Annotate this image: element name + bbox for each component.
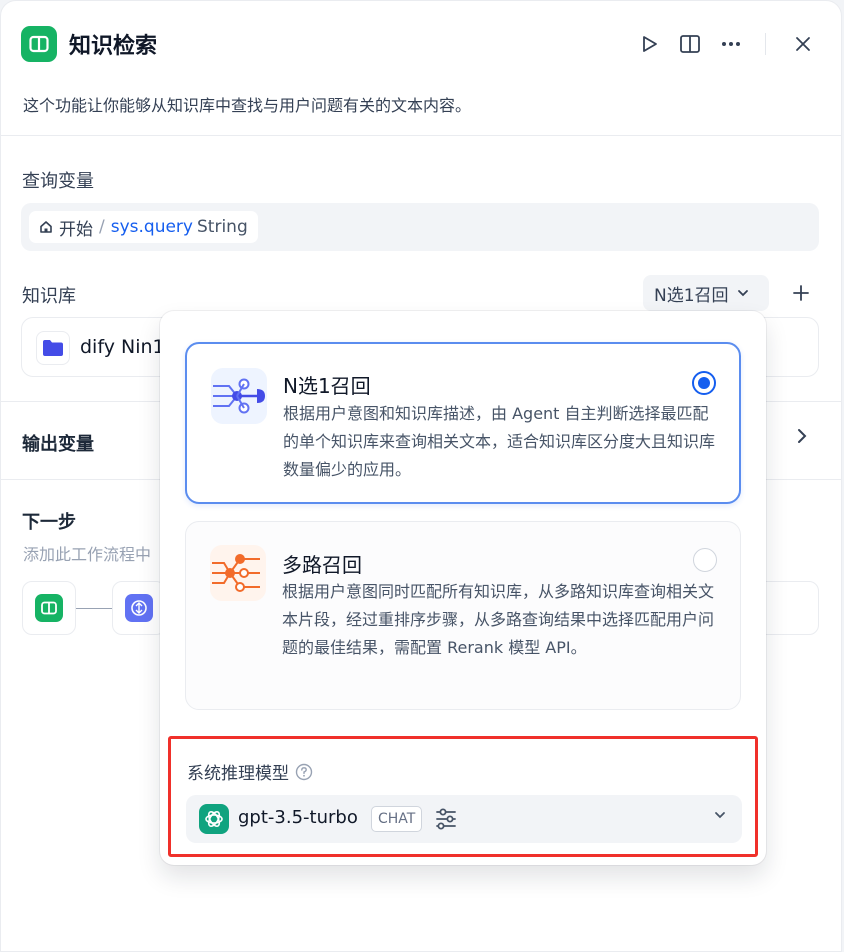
option-title: 多路召回 <box>282 553 362 577</box>
retrieval-mode-popup: N选1召回 根据用户意图和知识库描述，由 Agent 自主判断选择最匹配的单个知… <box>160 311 766 865</box>
close-icon <box>796 37 810 51</box>
n-to-1-icon <box>211 368 267 424</box>
model-select[interactable]: gpt-3.5-turbo CHAT <box>186 795 742 843</box>
panel-description: 这个功能让你能够从知识库中查找与用户问题有关的文本内容。 <box>23 96 472 115</box>
book-icon <box>35 594 63 622</box>
query-variable-field[interactable]: 开始 / sys.query String <box>21 203 819 251</box>
option-title: N选1召回 <box>283 374 371 398</box>
reasoning-model-label: 系统推理模型 <box>187 759 313 784</box>
add-knowledge-button[interactable] <box>787 279 815 307</box>
next-step-label: 下一步 <box>22 512 76 533</box>
play-icon <box>643 36 657 52</box>
variable-type: String <box>197 217 248 237</box>
chevron-right-icon <box>798 429 807 443</box>
model-type-badge: CHAT <box>371 806 423 832</box>
knowledge-label: 知识库 <box>22 286 76 307</box>
more-button[interactable] <box>713 26 749 62</box>
chevron-down-icon <box>737 290 748 297</box>
retrieval-mode-select[interactable]: N选1召回 <box>643 275 769 311</box>
output-variable-label: 输出变量 <box>22 434 94 455</box>
help-icon[interactable] <box>295 763 313 781</box>
open-book-icon <box>680 35 700 53</box>
close-button[interactable] <box>785 26 821 62</box>
variable-name: sys.query <box>110 217 193 237</box>
query-variable-label: 查询变量 <box>22 171 94 192</box>
expand-output-button[interactable] <box>797 428 807 448</box>
section-divider <box>1 135 841 136</box>
header-actions <box>626 26 821 62</box>
start-node-label: 开始 <box>59 219 93 240</box>
chevron-down-icon <box>715 812 725 819</box>
run-button[interactable] <box>631 26 667 62</box>
home-icon <box>40 221 52 233</box>
option-description: 根据用户意图同时匹配所有知识库，从多路知识库查询相关文本片段，经过重排序步骤，从… <box>282 582 715 657</box>
chip-separator: / <box>99 217 105 237</box>
reasoning-model-label-text: 系统推理模型 <box>187 764 289 784</box>
option-radio-unselected[interactable] <box>693 548 717 572</box>
current-node <box>22 581 76 635</box>
option-description: 根据用户意图和知识库描述，由 Agent 自主判断选择最匹配的单个知识库来查询相… <box>283 404 716 479</box>
reasoning-model-section: 系统推理模型 gpt-3.5-turbo CHAT <box>168 736 758 857</box>
retrieval-mode-value: N选1召回 <box>654 285 729 306</box>
option-n-to-1[interactable]: N选1召回 根据用户意图和知识库描述，由 Agent 自主判断选择最匹配的单个知… <box>185 342 741 504</box>
panel-header: 知识检索 <box>21 24 821 64</box>
option-multi-path[interactable]: 多路召回 根据用户意图同时匹配所有知识库，从多路知识库查询相关文本片段，经过重排… <box>185 521 741 710</box>
branch-icon <box>125 594 153 622</box>
more-dots-icon <box>722 42 740 46</box>
book-icon <box>21 26 57 62</box>
plus-icon <box>793 285 809 301</box>
header-divider <box>765 33 766 55</box>
next-step-description: 添加此工作流程中 <box>23 545 152 564</box>
folder-icon <box>36 331 70 365</box>
page-title: 知识检索 <box>69 34 158 59</box>
knowledge-name: dify Nin1 <box>80 336 165 358</box>
variable-chip[interactable]: 开始 / sys.query String <box>29 211 258 243</box>
multi-path-icon <box>210 545 266 601</box>
openai-logo-icon <box>199 804 229 834</box>
next-node[interactable] <box>112 581 166 635</box>
model-name: gpt-3.5-turbo <box>238 807 358 828</box>
flow-connector <box>76 608 112 609</box>
settings-sliders-icon[interactable] <box>434 808 458 830</box>
option-radio-selected[interactable] <box>692 371 716 395</box>
docs-button[interactable] <box>672 26 708 62</box>
